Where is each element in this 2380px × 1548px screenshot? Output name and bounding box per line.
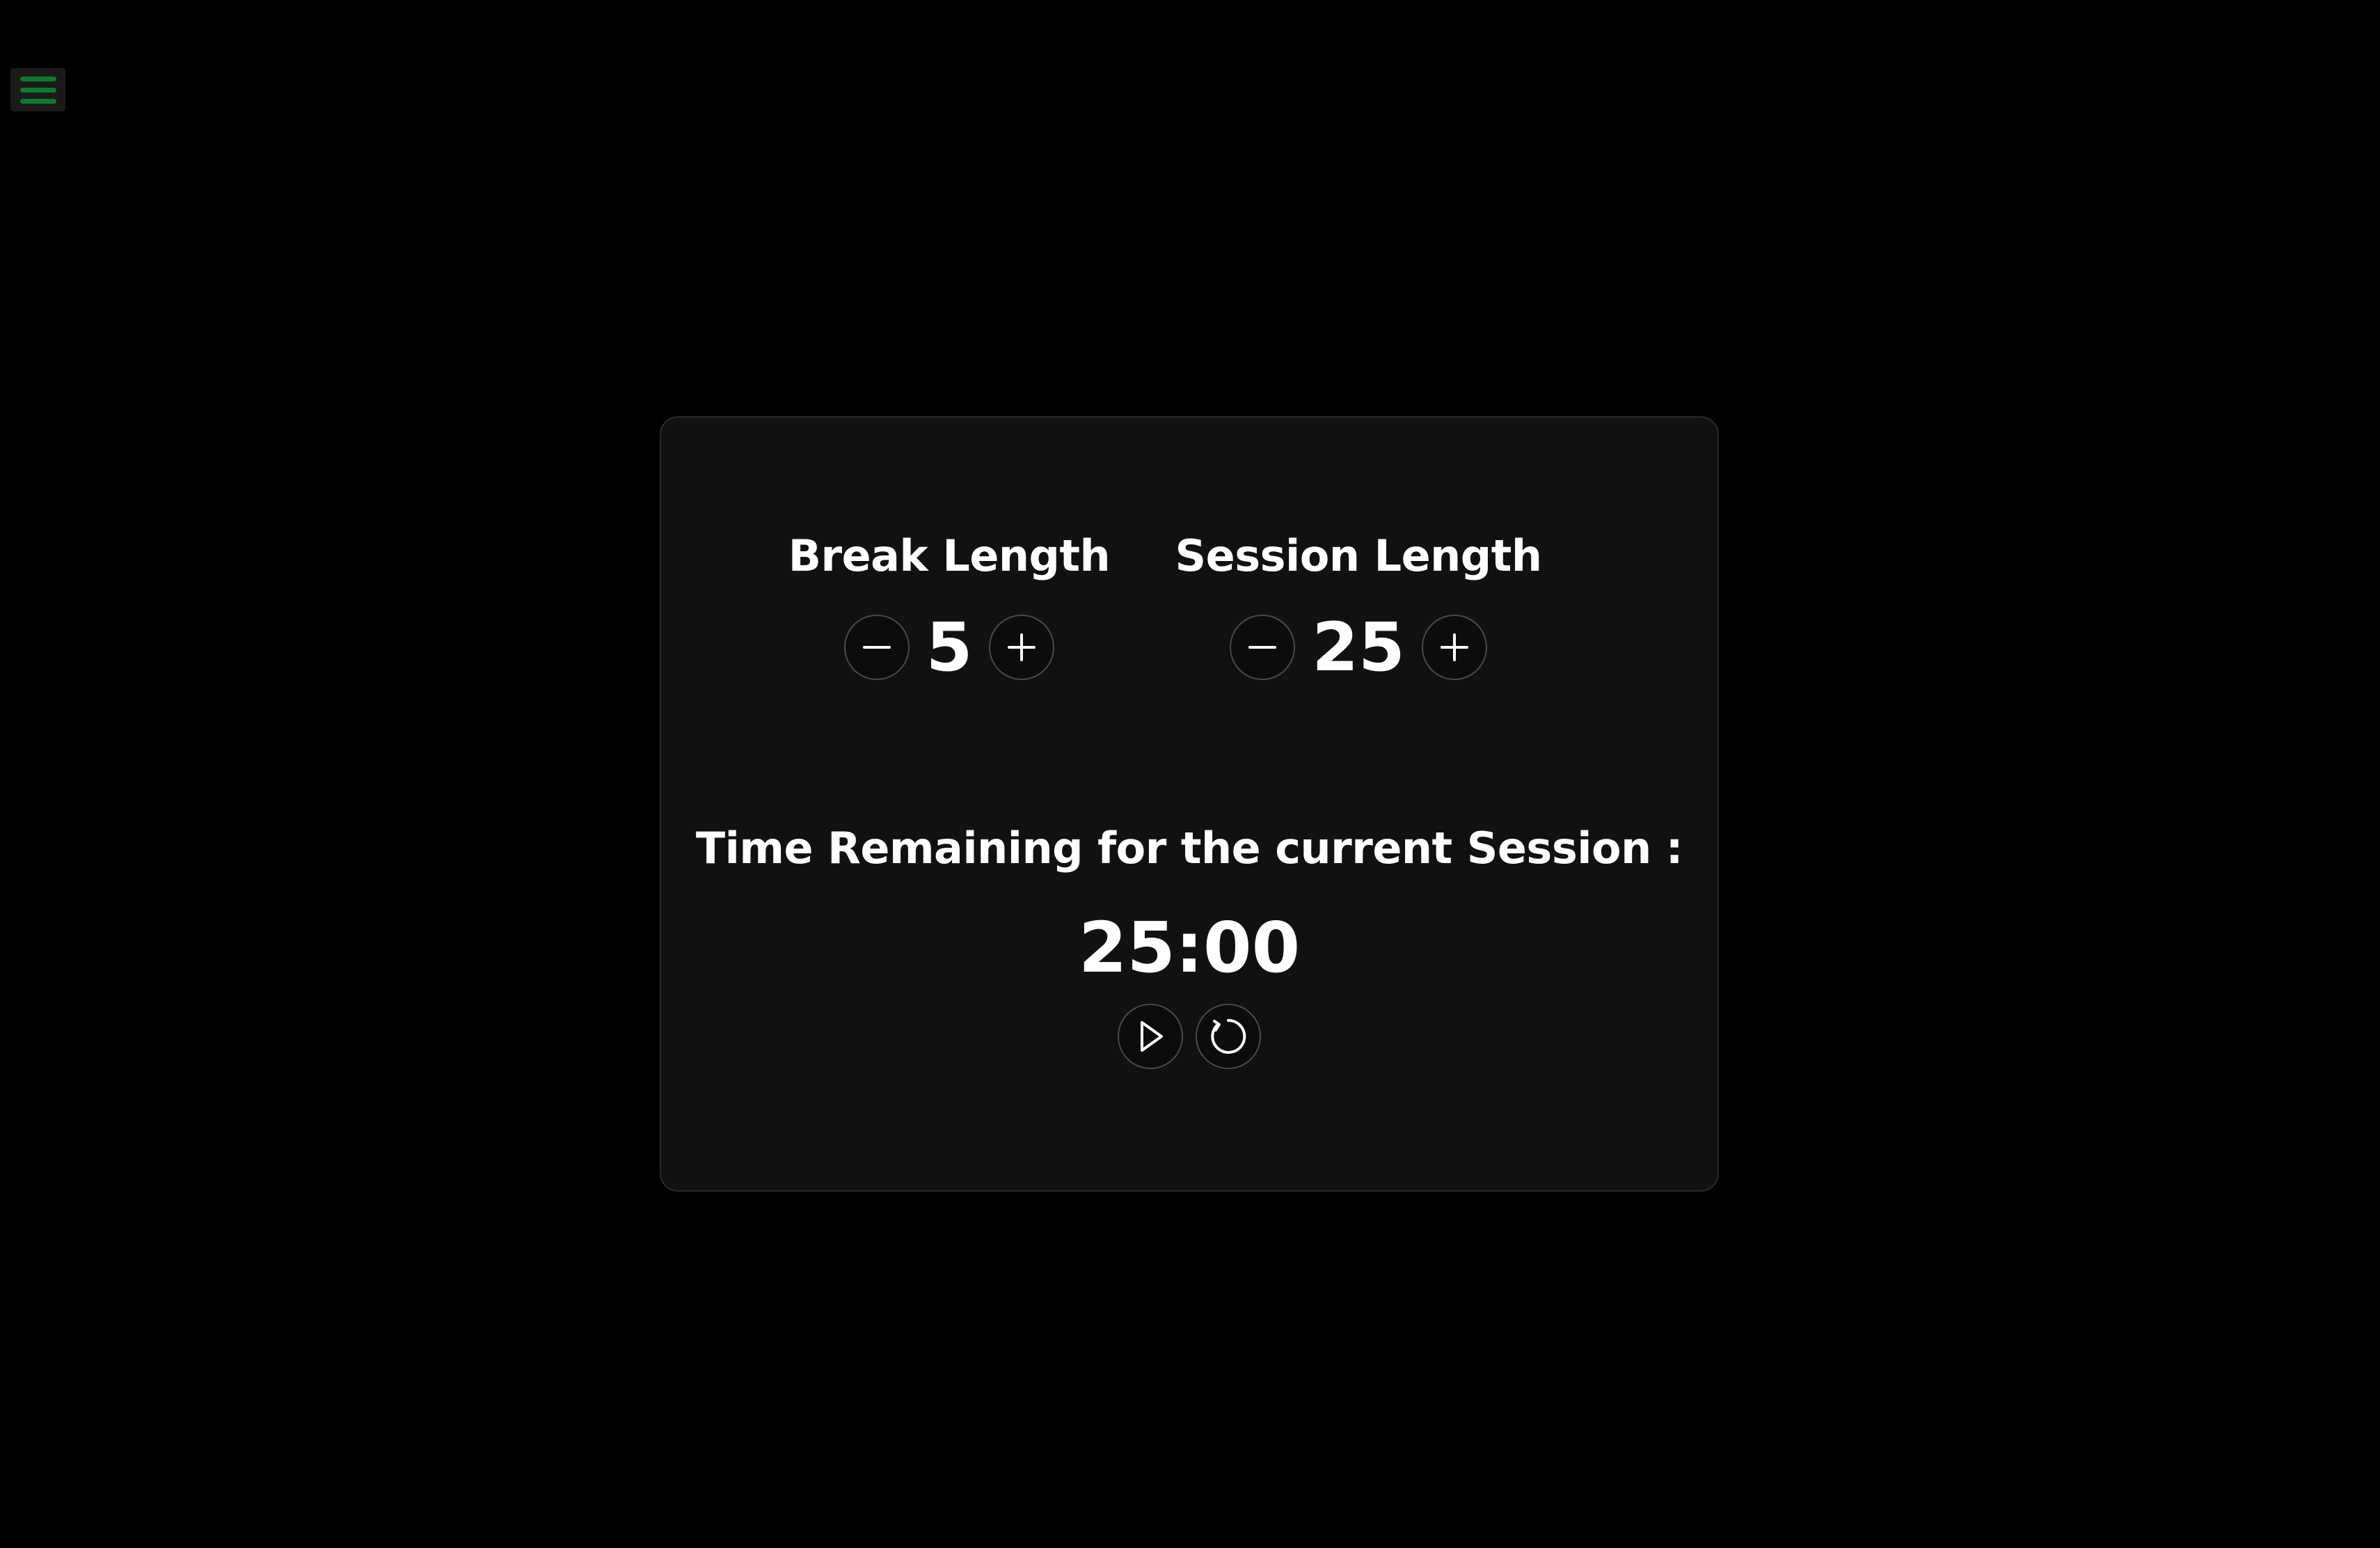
break-length-stepper: 5 (740, 614, 1158, 681)
break-increment-button[interactable] (989, 615, 1055, 680)
session-length-title: Session Length (1175, 530, 1542, 581)
play-icon (1141, 1021, 1163, 1052)
reset-icon (1211, 1018, 1246, 1054)
plus-icon (1008, 633, 1036, 661)
session-decrement-button[interactable] (1230, 615, 1296, 680)
start-button[interactable] (1118, 1004, 1183, 1069)
menu-button[interactable] (10, 68, 65, 111)
minus-icon (1248, 646, 1277, 649)
hamburger-icon (19, 87, 56, 93)
timer-controls (661, 1004, 1717, 1069)
time-remaining-label: Time Remaining for the current Session : (695, 823, 1683, 874)
break-length-group: Break Length 5 (740, 535, 1158, 681)
hamburger-icon (19, 76, 56, 81)
pomodoro-card: Break Length 5 Session Length 25 Time Re… (660, 416, 1719, 1192)
break-decrement-button[interactable] (843, 615, 910, 680)
session-length-value: 25 (1312, 608, 1405, 686)
session-length-group: Session Length 25 (1150, 535, 1567, 681)
plus-icon (1440, 633, 1468, 661)
minus-icon (862, 646, 891, 649)
session-length-stepper: 25 (1150, 614, 1567, 681)
break-length-title: Break Length (788, 530, 1111, 581)
reset-button[interactable] (1196, 1004, 1261, 1069)
break-length-value: 5 (926, 608, 973, 686)
session-increment-button[interactable] (1421, 615, 1487, 680)
time-remaining-value: 25:00 (1078, 907, 1301, 988)
hamburger-icon (19, 98, 56, 104)
